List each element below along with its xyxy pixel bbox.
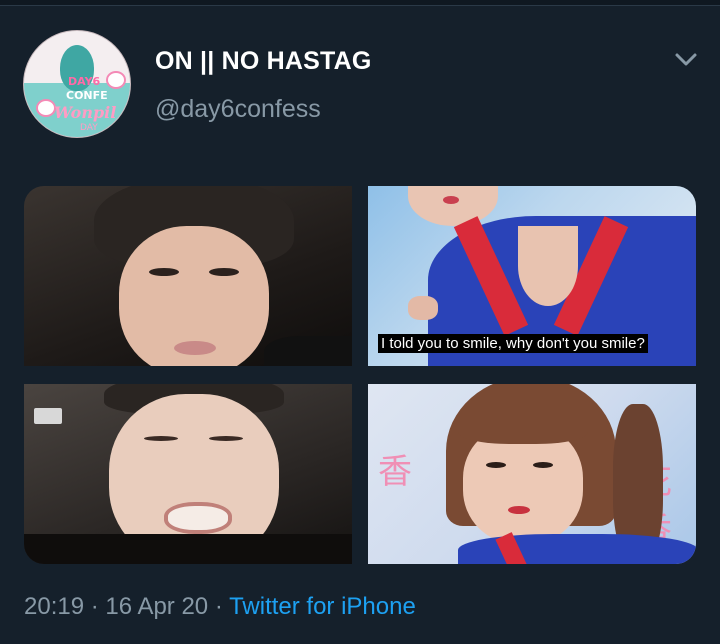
mouth-shape [174,341,216,355]
eye-shape [209,436,243,441]
avatar[interactable]: DAY6 CONFE Wonpil DAY [24,31,130,137]
eye-shape [144,436,178,441]
meta-separator: · [90,593,99,620]
chevron-down-icon[interactable] [672,48,700,72]
eye-shape [533,462,553,468]
avatar-text-line1: DAY6 [68,75,101,88]
shirt-shape [24,534,352,564]
eye-shape [486,462,506,468]
tweet-client-link[interactable]: Twitter for iPhone [229,593,416,620]
media-image-4[interactable]: 香 花香 [368,384,696,564]
meta-separator: · [214,593,223,620]
avatar-text-line4: DAY [80,123,98,133]
eye-shape [209,268,239,276]
avatar-text-line3: Wonpil [54,103,117,122]
jersey-shape [458,534,696,564]
avatar-text-line2: CONFE [66,89,108,102]
media-image-2[interactable]: I told you to smile, why don't you smile… [368,186,696,366]
eye-shape [149,268,179,276]
bunny-sticker-icon [36,99,56,117]
media-image-1[interactable] [24,186,352,366]
lips-shape [508,506,530,514]
hand-shape [408,296,438,320]
tweet-date: 16 Apr 20 [105,593,209,620]
media-image-3[interactable] [24,384,352,564]
sticker-tag [34,408,62,424]
mouth-shape [164,502,232,534]
tweet-meta: 20:19 · 16 Apr 20 · Twitter for iPhone [24,593,416,621]
tweet-time: 20:19 [24,593,85,620]
background-sign: 香 [378,452,412,492]
top-divider [0,0,720,6]
media-grid: I told you to smile, why don't you smile… [24,186,696,564]
bangs-shape [458,414,588,444]
user-handle[interactable]: @day6confess [155,95,321,124]
display-name[interactable]: ON || NO HASTAG [155,47,372,76]
video-subtitle: I told you to smile, why don't you smile… [378,334,648,353]
lips-shape [443,196,459,204]
jacket-shape [264,336,352,366]
bunny-sticker-icon [106,71,126,89]
chin-shape [408,186,498,226]
neck-shape [518,226,578,306]
